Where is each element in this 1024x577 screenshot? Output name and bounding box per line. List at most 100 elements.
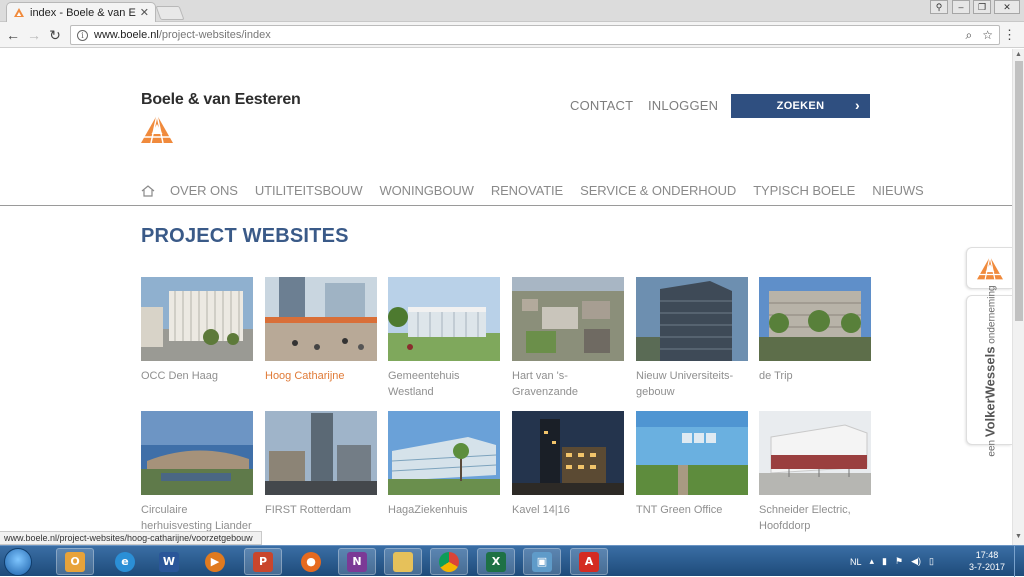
nav-utiliteitsbouw[interactable]: UTILITEITSBOUW: [255, 183, 363, 198]
nav-service-onderhoud[interactable]: SERVICE & ONDERHOUD: [580, 183, 736, 198]
reload-button[interactable]: ↻: [46, 26, 64, 44]
contact-link[interactable]: CONTACT: [570, 98, 633, 113]
media-player-icon: ▶: [205, 551, 225, 572]
main-navigation: OVER ONS UTILITEITSBOUW WONINGBOUW RENOV…: [141, 183, 941, 198]
project-card[interactable]: TNT Green Office: [636, 411, 748, 518]
site-favicon-icon: [14, 7, 24, 17]
nav-over-ons[interactable]: OVER ONS: [170, 183, 238, 198]
taskbar-image-viewer[interactable]: ▣: [523, 548, 561, 575]
project-caption[interactable]: Schneider Electric, Hoofddorp: [759, 502, 871, 534]
project-thumbnail[interactable]: [388, 277, 500, 361]
system-clock[interactable]: 17:48 3-7-2017: [962, 549, 1012, 573]
login-link[interactable]: INLOGGEN: [648, 98, 718, 113]
volume-icon[interactable]: ◀): [911, 556, 921, 567]
taskbar-firefox[interactable]: ●: [292, 548, 330, 575]
project-thumbnail[interactable]: [759, 411, 871, 495]
project-card[interactable]: Hoog Catharijne: [265, 277, 377, 384]
project-card[interactable]: OCC Den Haag: [141, 277, 253, 384]
project-caption[interactable]: de Trip: [759, 368, 871, 384]
language-indicator[interactable]: NL: [850, 557, 862, 567]
tab-close-icon[interactable]: ✕: [140, 6, 149, 19]
project-card[interactable]: Circulaire herhuisvesting Liander: [141, 411, 253, 534]
user-profile-icon[interactable]: ⚲: [930, 0, 948, 14]
browser-tab[interactable]: index - Boele & van Eesten ✕: [6, 2, 156, 22]
project-card[interactable]: FIRST Rotterdam: [265, 411, 377, 518]
taskbar-ie[interactable]: e: [106, 548, 144, 575]
project-card[interactable]: Gemeentehuis Westland: [388, 277, 500, 400]
project-caption[interactable]: Kavel 14|16: [512, 502, 624, 518]
project-thumbnail[interactable]: [265, 277, 377, 361]
project-caption[interactable]: Hart van 's- Gravenzande: [512, 368, 624, 400]
site-info-icon[interactable]: i: [77, 29, 88, 41]
project-card[interactable]: de Trip: [759, 277, 871, 384]
project-card[interactable]: Kavel 14|16: [512, 411, 624, 518]
battery-icon[interactable]: ▯: [929, 556, 934, 567]
scroll-down-icon[interactable]: ▼: [1015, 533, 1022, 540]
project-caption[interactable]: Nieuw Universiteits-gebouw: [636, 368, 748, 400]
zoom-icon[interactable]: ⌕: [966, 28, 973, 43]
taskbar-pdf[interactable]: A: [570, 548, 608, 575]
project-thumbnail[interactable]: [141, 277, 253, 361]
project-caption[interactable]: HagaZiekenhuis: [388, 502, 500, 518]
excel-icon: X: [486, 551, 506, 572]
nav-nieuws[interactable]: NIEUWS: [872, 183, 924, 198]
project-caption[interactable]: Hoog Catharijne: [265, 368, 377, 384]
flag-icon[interactable]: ⚑: [895, 556, 903, 567]
brand-logo-icon[interactable]: [141, 115, 173, 143]
scrollbar-thumb[interactable]: [1015, 61, 1023, 321]
chevron-right-icon: ›: [855, 97, 860, 113]
project-thumbnail[interactable]: [636, 411, 748, 495]
project-caption[interactable]: Circulaire herhuisvesting Liander: [141, 502, 253, 534]
nav-typisch-boele[interactable]: TYPISCH BOELE: [753, 183, 855, 198]
project-caption[interactable]: TNT Green Office: [636, 502, 748, 518]
network-icon[interactable]: ▮: [882, 556, 887, 567]
project-caption[interactable]: FIRST Rotterdam: [265, 502, 377, 518]
taskbar-chrome[interactable]: [430, 548, 468, 575]
project-caption[interactable]: Gemeentehuis Westland: [388, 368, 500, 400]
taskbar-word[interactable]: W: [150, 548, 188, 575]
taskbar-media[interactable]: ▶: [196, 548, 234, 575]
project-thumbnail[interactable]: [265, 411, 377, 495]
taskbar-powerpoint[interactable]: P: [244, 548, 282, 575]
new-tab-button[interactable]: [155, 6, 185, 20]
scroll-up-icon[interactable]: ▲: [1015, 51, 1022, 58]
project-thumbnail[interactable]: [512, 277, 624, 361]
project-card[interactable]: HagaZiekenhuis: [388, 411, 500, 518]
taskbar-excel[interactable]: X: [477, 548, 515, 575]
project-thumbnail[interactable]: [388, 411, 500, 495]
project-card[interactable]: Nieuw Universiteits-gebouw: [636, 277, 748, 400]
nav-woningbouw[interactable]: WONINGBOUW: [380, 183, 474, 198]
restore-button[interactable]: ❐: [973, 0, 991, 14]
project-thumbnail[interactable]: [636, 277, 748, 361]
bookmark-star-icon[interactable]: ☆: [982, 28, 993, 43]
taskbar-outlook[interactable]: O: [56, 548, 94, 575]
brand-name[interactable]: Boele & van Eesteren: [141, 91, 301, 109]
browser-menu-icon[interactable]: ⋮: [1003, 27, 1016, 43]
page-scrollbar[interactable]: ▲ ▼: [1012, 49, 1024, 545]
home-icon[interactable]: [141, 184, 155, 197]
project-card[interactable]: Schneider Electric, Hoofddorp: [759, 411, 871, 534]
back-button[interactable]: ←: [4, 26, 22, 44]
project-thumbnail[interactable]: [759, 277, 871, 361]
minimize-button[interactable]: –: [952, 0, 970, 14]
close-window-button[interactable]: ✕: [994, 0, 1020, 14]
search-button[interactable]: ZOEKEN ›: [731, 94, 870, 118]
project-caption[interactable]: OCC Den Haag: [141, 368, 253, 384]
taskbar-explorer[interactable]: [384, 548, 422, 575]
show-desktop-button[interactable]: [1014, 546, 1024, 577]
project-thumbnail[interactable]: [141, 411, 253, 495]
taskbar-onenote[interactable]: N: [338, 548, 376, 575]
brand-logo-icon: [976, 256, 1003, 280]
tray-arrow-icon[interactable]: ▴: [870, 556, 875, 567]
forward-button[interactable]: →: [25, 26, 43, 44]
start-button[interactable]: [4, 548, 32, 576]
address-bar[interactable]: i www.boele.nl/project-websites/index ⌕ …: [70, 25, 1000, 45]
clock-time: 17:48: [975, 550, 999, 560]
project-thumbnail[interactable]: [512, 411, 624, 495]
system-tray: NL ▴ ▮ ⚑ ◀) ▯: [850, 546, 934, 577]
nav-renovatie[interactable]: RENOVATIE: [491, 183, 563, 198]
side-logo-tab[interactable]: [966, 247, 1012, 289]
project-card[interactable]: Hart van 's- Gravenzande: [512, 277, 624, 400]
url-path: /project-websites/index: [158, 29, 271, 41]
volkerwessels-tab[interactable]: een VolkerWessels onderneming: [966, 285, 1012, 457]
